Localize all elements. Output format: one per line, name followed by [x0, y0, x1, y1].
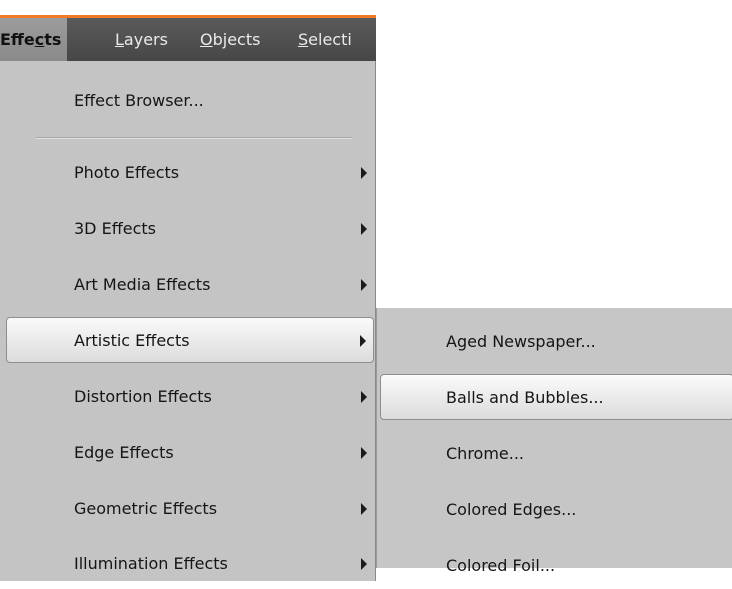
effects-menu: Effect Browser... Photo Effects 3D Effec… — [0, 61, 376, 581]
menu-item-label: Art Media Effects — [74, 275, 211, 294]
submenu-item-aged-newspaper[interactable]: Aged Newspaper... — [377, 319, 732, 365]
menu-item-photo-effects[interactable]: Photo Effects — [0, 150, 374, 196]
menu-item-label: Geometric Effects — [74, 499, 218, 518]
submenu-arrow-icon — [361, 223, 367, 235]
artistic-effects-submenu: Aged Newspaper... Balls and Bubbles... C… — [376, 308, 732, 575]
menu-item-label: Colored Foil... — [446, 556, 556, 575]
menu-item-effect-browser[interactable]: Effect Browser... — [0, 78, 374, 124]
menu-item-label: Aged Newspaper... — [446, 332, 596, 351]
menubar-effects[interactable]: Effects — [0, 18, 68, 61]
submenu-item-balls-and-bubbles[interactable]: Balls and Bubbles... — [380, 374, 732, 420]
submenu-arrow-icon — [361, 503, 367, 515]
menu-item-label: Colored Edges... — [446, 500, 577, 519]
menubar-layers-accel: L — [115, 30, 124, 49]
submenu-arrow-icon — [361, 167, 367, 179]
submenu-arrow-icon — [361, 391, 367, 403]
submenu-arrow-icon — [361, 558, 367, 570]
menu-item-label: Photo Effects — [74, 163, 180, 182]
menu-item-label: Artistic Effects — [74, 331, 190, 350]
menu-item-label: Chrome... — [446, 444, 525, 463]
menu-item-3d-effects[interactable]: 3D Effects — [0, 206, 374, 252]
menu-item-label: Illumination Effects — [74, 554, 228, 573]
submenu-item-chrome[interactable]: Chrome... — [377, 431, 732, 477]
menu-item-distortion-effects[interactable]: Distortion Effects — [0, 374, 374, 420]
menu-item-label: Edge Effects — [74, 443, 174, 462]
menu-item-label: Effect Browser... — [74, 91, 204, 110]
menubar-selections-label: electi — [308, 30, 352, 49]
submenu-item-colored-foil[interactable]: Colored Foil... — [377, 543, 732, 589]
menubar-layers[interactable]: Layers — [115, 18, 168, 61]
submenu-item-colored-edges[interactable]: Colored Edges... — [377, 487, 732, 533]
menu-item-art-media-effects[interactable]: Art Media Effects — [0, 262, 374, 308]
menubar-effects-label-post: ts — [44, 30, 62, 49]
menu-item-geometric-effects[interactable]: Geometric Effects — [0, 486, 374, 532]
menubar-effects-label-pre: Effe — [0, 30, 35, 49]
menubar-effects-accel: c — [34, 30, 45, 49]
menubar-selections[interactable]: Selecti — [298, 18, 352, 61]
menubar-objects-label: bjects — [212, 30, 261, 49]
menu-item-label: 3D Effects — [74, 219, 156, 238]
submenu-arrow-icon — [361, 447, 367, 459]
submenu-arrow-icon — [361, 279, 367, 291]
menu-separator — [36, 137, 352, 139]
menu-item-edge-effects[interactable]: Edge Effects — [0, 430, 374, 476]
menubar-objects-accel: O — [200, 30, 213, 49]
menubar-objects[interactable]: Objects — [200, 18, 260, 61]
menu-item-label: Balls and Bubbles... — [446, 388, 604, 407]
menu-bar: Effects Layers Objects Selecti — [0, 15, 376, 61]
menu-item-illumination-effects[interactable]: Illumination Effects — [0, 541, 374, 587]
menu-item-artistic-effects[interactable]: Artistic Effects — [6, 317, 374, 363]
menu-item-label: Distortion Effects — [74, 387, 212, 406]
submenu-arrow-icon — [360, 335, 366, 347]
menubar-selections-accel: S — [298, 30, 309, 49]
menubar-layers-label: ayers — [123, 30, 168, 49]
